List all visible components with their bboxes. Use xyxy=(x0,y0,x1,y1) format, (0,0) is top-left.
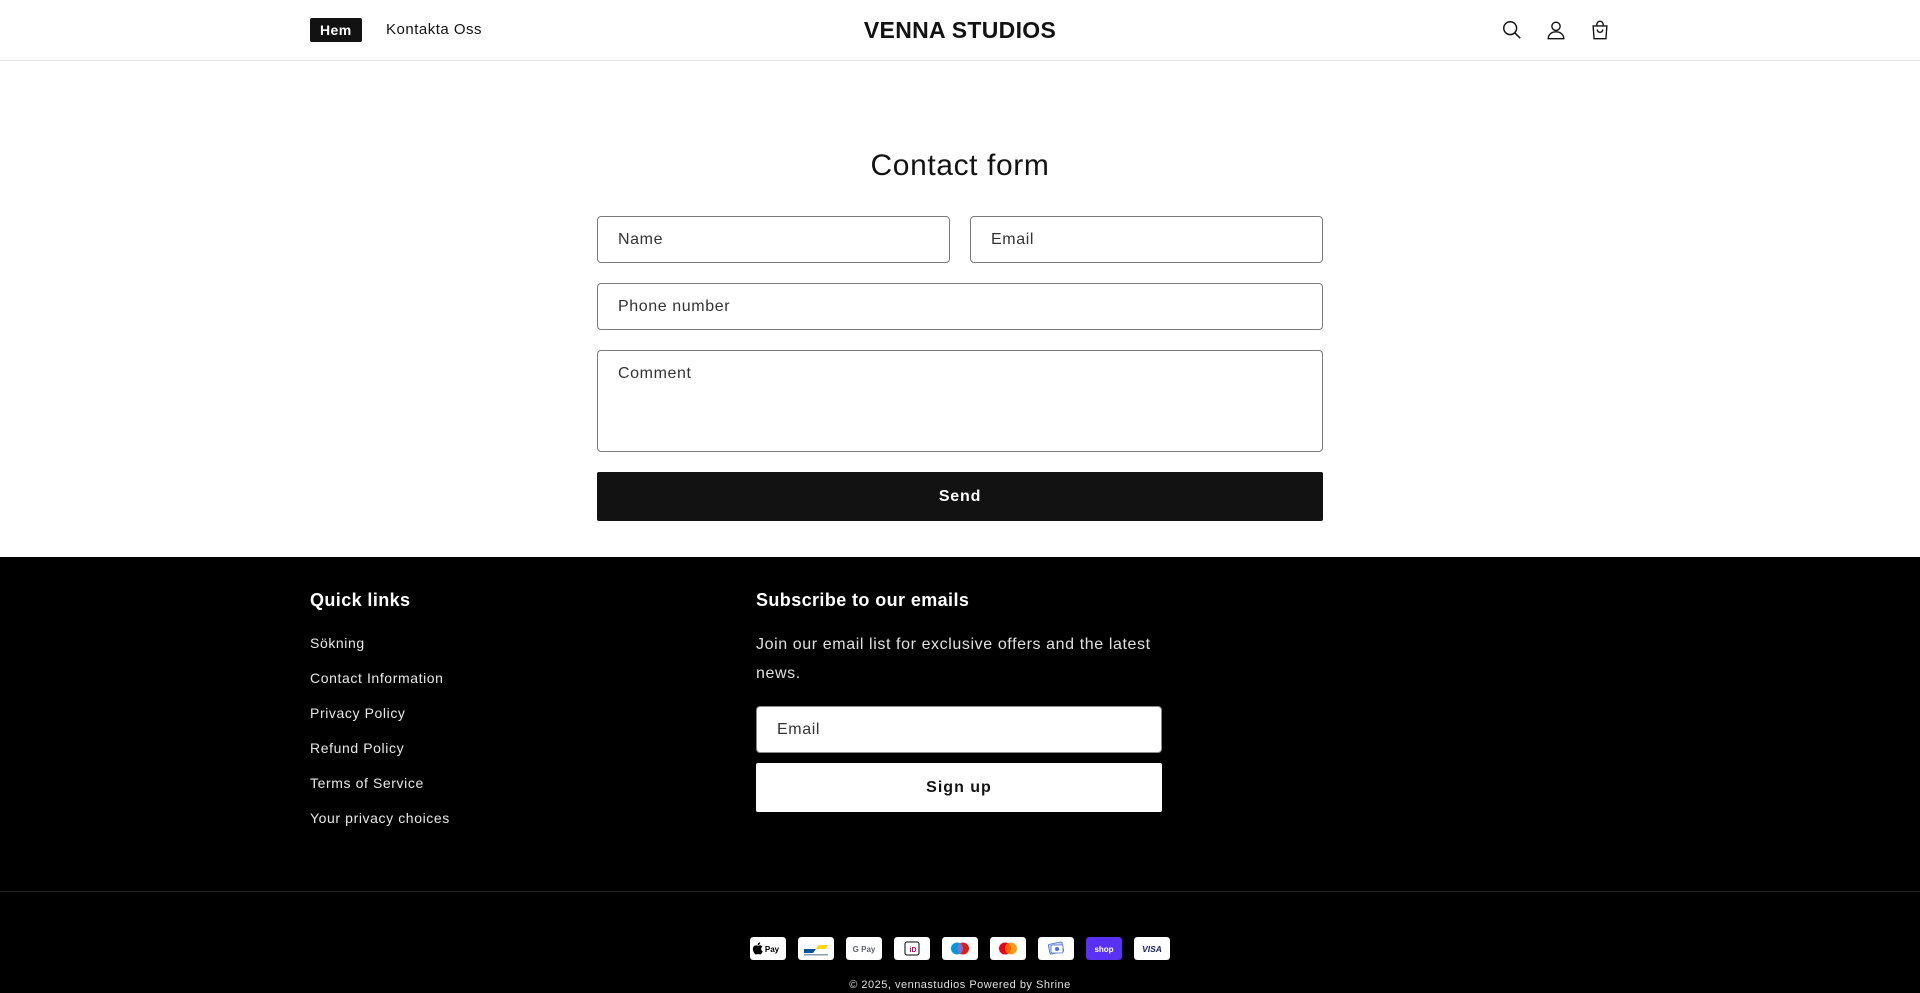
shop-pay-label: shop xyxy=(1094,945,1113,954)
payment-icons: Pay G Pay iD shop VISA xyxy=(0,937,1920,960)
visa-label: VISA xyxy=(1142,944,1162,954)
site-footer: Quick links Sökning Contact Information … xyxy=(0,557,1920,993)
site-header: Hem Kontakta Oss VENNA STUDIOS xyxy=(0,0,1920,61)
name-field[interactable]: Name xyxy=(597,216,950,263)
footer-link-sokning[interactable]: Sökning xyxy=(310,634,450,669)
footer-divider xyxy=(0,891,1920,892)
powered-by-link[interactable]: Powered by Shrine xyxy=(969,979,1070,991)
footer-link-terms-of-service[interactable]: Terms of Service xyxy=(310,774,450,809)
email-field[interactable]: Email xyxy=(970,216,1323,263)
ideal-label: iD xyxy=(910,947,917,954)
bancontact-icon xyxy=(798,937,834,960)
google-pay-icon: G Pay xyxy=(846,937,882,960)
apple-pay-label: Pay xyxy=(765,945,780,954)
logo-wrapper: VENNA STUDIOS xyxy=(0,14,1920,46)
subscribe-text: Join our email list for exclusive offers… xyxy=(756,636,1151,682)
footer-link-refund-policy[interactable]: Refund Policy xyxy=(310,739,450,774)
apple-pay-icon: Pay xyxy=(750,937,786,960)
signup-button[interactable]: Sign up xyxy=(756,763,1162,812)
footer-link-privacy-policy[interactable]: Privacy Policy xyxy=(310,704,450,739)
copyright-store-link[interactable]: vennastudios xyxy=(895,979,966,991)
search-icon[interactable] xyxy=(1499,17,1525,43)
account-icon[interactable] xyxy=(1543,17,1569,43)
quick-links-heading: Quick links xyxy=(310,590,411,610)
quick-links-list: Sökning Contact Information Privacy Poli… xyxy=(310,634,450,844)
phone-placeholder: Phone number xyxy=(618,298,731,315)
name-placeholder: Name xyxy=(618,231,664,248)
copyright: © 2025, vennastudios Powered by Shrine xyxy=(0,978,1920,992)
copyright-year: © 2025, xyxy=(849,979,892,991)
maestro-icon xyxy=(942,937,978,960)
comment-placeholder: Comment xyxy=(618,365,692,382)
ideal-icon: iD xyxy=(894,937,930,960)
generic-card-icon xyxy=(1038,937,1074,960)
footer-link-contact-information[interactable]: Contact Information xyxy=(310,669,450,704)
send-button[interactable]: Send xyxy=(597,472,1323,521)
nav-link-hem[interactable]: Hem xyxy=(310,18,362,42)
store-logo[interactable]: VENNA STUDIOS xyxy=(864,17,1056,43)
page-title: Contact form xyxy=(870,149,1050,182)
email-placeholder: Email xyxy=(991,231,1035,248)
mastercard-icon xyxy=(990,937,1026,960)
newsletter-email-field[interactable]: Email xyxy=(756,706,1162,753)
shop-pay-icon: shop xyxy=(1086,937,1122,960)
comment-field[interactable]: Comment xyxy=(597,350,1323,452)
footer-link-privacy-choices[interactable]: Your privacy choices xyxy=(310,809,450,844)
visa-icon: VISA xyxy=(1134,937,1170,960)
subscribe-heading: Subscribe to our emails xyxy=(756,590,970,610)
phone-field[interactable]: Phone number xyxy=(597,283,1323,330)
nav-link-kontakta-oss[interactable]: Kontakta Oss xyxy=(386,18,482,42)
newsletter-email-placeholder: Email xyxy=(777,721,821,738)
google-pay-label: G Pay xyxy=(853,945,876,954)
cart-icon[interactable] xyxy=(1587,17,1613,43)
